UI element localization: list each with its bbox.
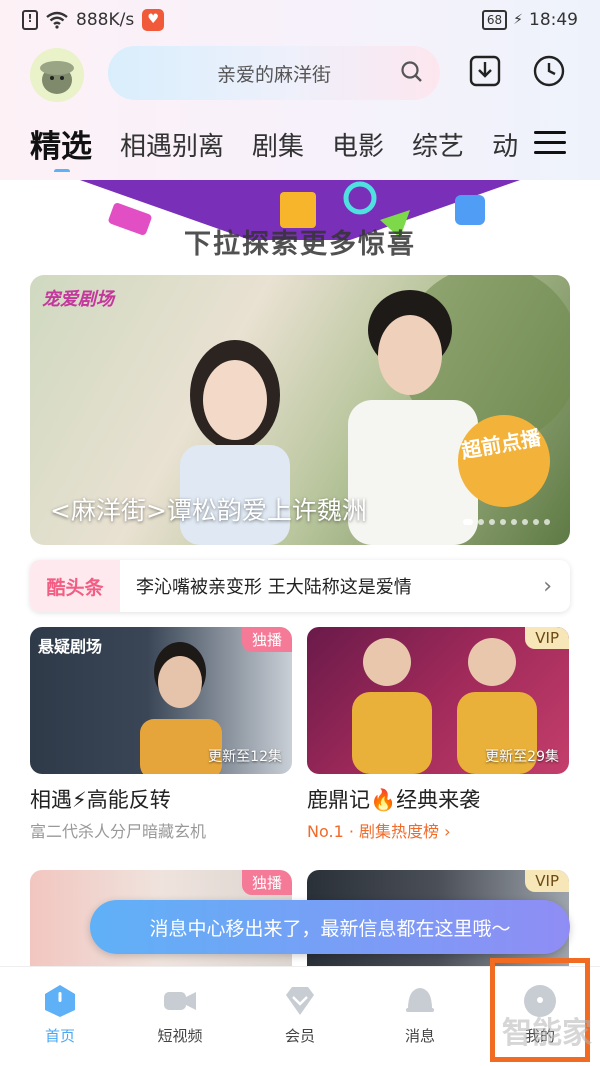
show-logo: 宠爱剧场 [42, 289, 114, 310]
history-clock-icon[interactable] [532, 54, 566, 88]
nav-membership[interactable]: 会员 [240, 967, 360, 1066]
chevron-right-icon: › [543, 573, 552, 599]
series-logo: 悬疑剧场 [38, 637, 103, 656]
vip-badge: VIP [525, 870, 569, 892]
video-title: 鹿鼎记🔥经典来袭 [307, 788, 481, 812]
message-center-toast[interactable]: 消息中心移出来了，最新信息都在这里哦～ [90, 900, 570, 954]
status-bar: ! 888K/s ♥ 68 ⚡ 18:49 [0, 0, 600, 40]
exclusive-badge: 独播 [241, 870, 292, 895]
avatar[interactable] [30, 48, 84, 102]
video-thumbnail: 悬疑剧场 独播 更新至12集 [30, 627, 292, 774]
ranking-link[interactable]: No.1 · 剧集热度榜 › [307, 818, 569, 842]
hero-banner[interactable]: 宠爱剧场 超前点播 <麻洋街>谭松韵爱上许魏洲 [30, 275, 570, 545]
sim-alert-icon: ! [22, 10, 38, 30]
watermark: 智能家 [502, 1016, 592, 1051]
nav-home[interactable]: 首页 [0, 967, 120, 1066]
nav-short-video-label: 短视频 [157, 1027, 203, 1045]
diamond-icon [286, 987, 314, 1015]
search-icon[interactable] [400, 60, 424, 84]
episode-update: 更新至12集 [208, 749, 282, 765]
video-thumbnail: VIP 更新至29集 [307, 627, 569, 774]
tab-featured[interactable]: 精选 [30, 122, 92, 172]
pull-down-hint: 下拉探索更多惊喜 [184, 229, 416, 260]
nav-messages-label: 消息 [404, 1027, 435, 1045]
clock-time: 18:49 [529, 10, 578, 30]
nav-membership-label: 会员 [284, 1027, 315, 1045]
video-title: 相遇⚡高能反转 [30, 788, 171, 812]
nav-messages[interactable]: 消息 [360, 967, 480, 1066]
search-query: 亲爱的麻洋街 [216, 63, 331, 86]
bell-icon [406, 988, 434, 1012]
nav-home-label: 首页 [44, 1027, 75, 1045]
exclusive-badge: 独播 [241, 627, 292, 652]
tab-anime[interactable]: 动 [492, 122, 518, 172]
category-tabs: 精选 相遇别离 剧集 电影 综艺 动 [30, 118, 530, 172]
tab-movies[interactable]: 电影 [332, 122, 384, 172]
carousel-indicator [463, 519, 550, 525]
ticker-headline: 李沁嘴被亲变形 王大陆称这是爱情 [136, 577, 412, 598]
wifi-icon [46, 11, 68, 29]
avatar-icon [40, 61, 74, 94]
charging-icon: ⚡ [513, 12, 523, 28]
download-icon[interactable] [468, 54, 502, 88]
tab-variety[interactable]: 综艺 [412, 122, 464, 172]
video-card[interactable]: VIP 更新至29集 鹿鼎记🔥经典来袭 No.1 · 剧集热度榜 › [307, 627, 569, 842]
episode-update: 更新至29集 [485, 749, 559, 765]
ticker-tag: 酷头条 [30, 560, 120, 612]
nav-short-video[interactable]: 短视频 [120, 967, 240, 1066]
battery-indicator: 68 [481, 10, 508, 30]
top-header: 亲爱的麻洋街 [0, 46, 600, 104]
tab-series[interactable]: 剧集 [252, 122, 304, 172]
hero-title: <麻洋街>谭松韵爱上许魏洲 [50, 496, 367, 525]
video-card[interactable]: 悬疑剧场 独播 更新至12集 相遇⚡高能反转 富二代杀人分尸暗藏玄机 [30, 627, 292, 842]
news-ticker[interactable]: 酷头条 李沁嘴被亲变形 王大陆称这是爱情 › [30, 560, 570, 612]
video-camera-icon [164, 992, 196, 1010]
network-speed: 888K/s [76, 10, 135, 30]
search-bar[interactable]: 亲爱的麻洋街 [108, 46, 440, 100]
menu-icon[interactable] [534, 131, 566, 155]
video-subtitle: 富二代杀人分尸暗藏玄机 [30, 822, 207, 841]
vip-badge: VIP [525, 627, 569, 649]
tab-xiangyu[interactable]: 相遇别离 [120, 122, 224, 172]
home-icon [45, 985, 75, 1017]
app-notification-icon: ♥ [142, 9, 165, 31]
